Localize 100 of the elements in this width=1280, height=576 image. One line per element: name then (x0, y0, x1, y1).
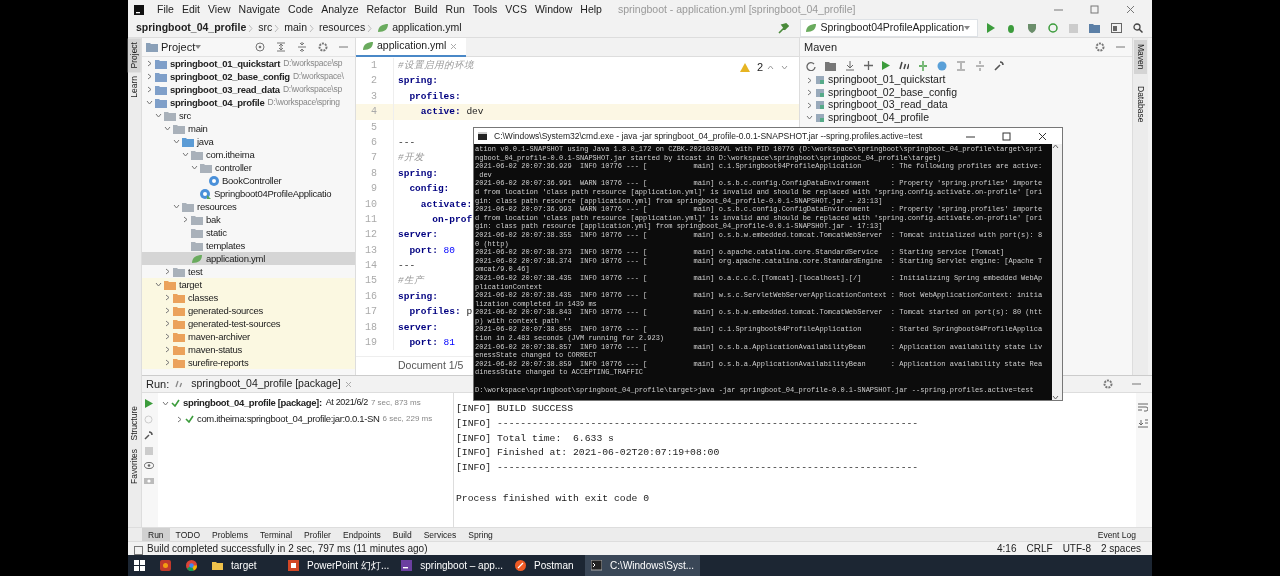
expand-all-icon[interactable] (276, 42, 286, 52)
tree-item[interactable]: templates (142, 239, 355, 252)
menu-item[interactable]: Code (284, 1, 318, 18)
taskbar-button[interactable]: PowerPoint 幻灯... (282, 555, 396, 576)
tree-item[interactable]: main (142, 122, 355, 135)
tool-tab[interactable]: Event Log (1091, 528, 1152, 541)
menu-item[interactable]: View (204, 1, 235, 18)
maximize-icon[interactable] (1090, 5, 1099, 14)
tool-window-tab[interactable]: Learn (128, 72, 141, 103)
status-item[interactable]: 4:16 (992, 542, 1022, 555)
expand-all-icon[interactable] (956, 60, 966, 71)
folder-icon[interactable] (1089, 23, 1100, 33)
breadcrumb-item[interactable]: springboot_04_profile (134, 20, 249, 36)
tree-item[interactable]: springboot_04_profile (800, 111, 1132, 124)
menu-item[interactable]: Navigate (234, 1, 285, 18)
close-icon[interactable] (1038, 131, 1047, 141)
editor-tab[interactable]: application.yml (356, 37, 467, 57)
tool-tab[interactable]: Run (142, 528, 170, 541)
settings-icon[interactable] (1095, 42, 1105, 52)
tree-item[interactable]: application.yml (142, 252, 355, 265)
tree-item[interactable]: classes (142, 291, 355, 304)
settings-icon[interactable] (318, 42, 328, 52)
breadcrumb-item[interactable]: resources (317, 20, 368, 36)
menu-item[interactable]: Run (441, 1, 469, 18)
tool-tab[interactable]: Spring (462, 528, 499, 541)
scroll-up-icon[interactable] (1052, 144, 1059, 149)
menu-item[interactable]: VCS (501, 1, 531, 18)
taskbar-button[interactable]: target (206, 555, 282, 576)
chevron-right-icon[interactable] (175, 415, 183, 423)
eye-icon[interactable] (143, 462, 154, 469)
tree-item[interactable]: com.itheima:springboot_04_profile:jar:0.0.1-SN 6 sec, 229 ms (158, 411, 453, 427)
menu-item[interactable]: Edit (177, 1, 204, 18)
run-tab[interactable]: springboot_04_profile [package] (169, 376, 361, 392)
run-config-dropdown[interactable]: Springboot04ProfileApplication (800, 19, 978, 37)
tool-window-tab[interactable]: Maven (1134, 40, 1147, 74)
tree-item[interactable]: surefire-reports (142, 356, 355, 369)
hammer-icon[interactable] (778, 22, 790, 34)
tool-tab[interactable]: Services (417, 528, 463, 541)
tool-window-tab[interactable]: Favorites (128, 444, 141, 488)
run-icon[interactable] (986, 23, 995, 33)
status-item[interactable]: CRLF (1021, 542, 1058, 555)
tree-item[interactable]: test (142, 265, 355, 278)
tree-item[interactable]: generated-sources (142, 304, 355, 317)
settings-icon[interactable] (1103, 379, 1113, 389)
chevron-down-icon[interactable] (805, 114, 813, 122)
soft-wrap-icon[interactable] (1137, 403, 1148, 412)
taskbar-button[interactable]: Postman (509, 555, 586, 576)
tree-item[interactable]: springboot_01_quickstart (800, 74, 1132, 87)
tree-item[interactable]: springboot_03_read_data (800, 99, 1132, 112)
download-icon[interactable] (845, 60, 855, 71)
run-icon[interactable] (144, 399, 153, 408)
taskbar-button[interactable]: C:\Windows\Syst... (585, 555, 700, 576)
menu-item[interactable]: Refactor (362, 1, 411, 18)
tree-item[interactable]: com.itheima (142, 148, 355, 161)
tool-tab[interactable]: Terminal (253, 528, 299, 541)
tree-item[interactable]: resources (142, 200, 355, 213)
scroll-to-end-icon[interactable] (1137, 419, 1148, 428)
tool-tab[interactable]: Endpoints (336, 528, 387, 541)
menu-item[interactable]: Tools (468, 1, 502, 18)
chevron-down-icon[interactable] (161, 399, 169, 407)
breadcrumb-item[interactable]: application.yml (375, 20, 464, 36)
folder-icon[interactable] (825, 60, 836, 71)
wrench-icon[interactable] (994, 60, 1004, 71)
chevron-down-icon[interactable] (154, 281, 162, 288)
refresh-icon[interactable] (806, 60, 816, 71)
maximize-icon[interactable] (1002, 131, 1011, 141)
taskbar-button[interactable]: springboot – app... (395, 555, 510, 576)
camera-icon[interactable] (143, 476, 154, 484)
chevron-up-icon[interactable] (767, 63, 774, 71)
target-icon[interactable] (255, 42, 265, 52)
status-item[interactable]: 2 spaces (1095, 542, 1146, 555)
menu-item[interactable]: Analyze (317, 1, 363, 18)
tool-window-tab[interactable]: Project (128, 38, 141, 73)
layout-icon[interactable] (1111, 23, 1122, 33)
collapse-all-icon[interactable] (297, 42, 307, 52)
chevron-down-icon[interactable] (172, 203, 180, 210)
search-icon[interactable] (1133, 23, 1143, 33)
tree-item[interactable]: generated-test-sources (142, 317, 355, 330)
menu-item[interactable]: Help (576, 1, 606, 18)
tree-item[interactable]: springboot_01_quickstart D:\workspace\sp (142, 57, 355, 70)
tree-item[interactable]: BookController (142, 174, 355, 187)
tree-item[interactable]: maven-archiver (142, 330, 355, 343)
shield-icon[interactable] (1027, 23, 1037, 33)
tree-item[interactable]: springboot_04_profile [package]: At 2021/6/2 7 sec, 873 ms (158, 395, 453, 411)
tool-window-tab[interactable]: Database (1134, 81, 1147, 126)
bug-icon[interactable] (1006, 23, 1016, 33)
panel-title[interactable]: Project (146, 38, 205, 56)
status-item[interactable]: UTF-8 (1057, 542, 1096, 555)
tree-item[interactable]: static (142, 226, 355, 239)
tree-item[interactable]: java (142, 135, 355, 148)
chevron-right-icon[interactable] (163, 268, 171, 275)
chevron-right-icon[interactable] (181, 216, 189, 223)
wrench-icon[interactable] (144, 431, 153, 440)
tree-item[interactable]: Springboot04ProfileApplicatio (142, 187, 355, 200)
tree-item[interactable]: springboot_03_read_data D:\workspace\sp (142, 83, 355, 96)
tree-item[interactable]: springboot_02_base_config D:\workspace\ (142, 70, 355, 83)
breadcrumb-item[interactable]: Document 1/5 (398, 358, 464, 374)
tree-item[interactable]: bak (142, 213, 355, 226)
breadcrumb-item[interactable]: main (282, 20, 310, 36)
tool-window-tab[interactable]: Structure (128, 402, 141, 445)
